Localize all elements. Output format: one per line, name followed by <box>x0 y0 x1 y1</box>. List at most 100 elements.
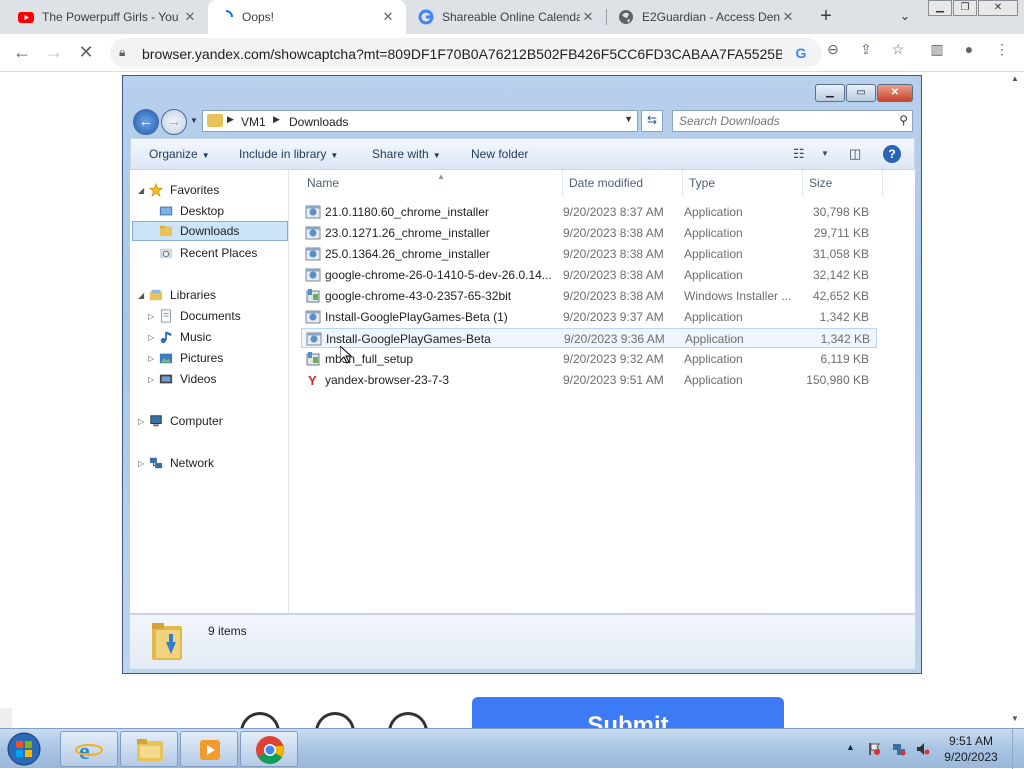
file-row[interactable]: mb3h_full_setup 9/20/2023 9:32 AM Applic… <box>301 349 877 369</box>
maximize-browser-button[interactable]: ❐ <box>953 0 977 16</box>
taskbar-clock[interactable]: 9:51 AM 9/20/2023 <box>944 733 998 765</box>
column-header-size[interactable]: Size <box>803 170 883 196</box>
collapsed-triangle-icon[interactable]: ▷ <box>148 333 158 342</box>
collapsed-triangle-icon[interactable]: ▷ <box>148 312 158 321</box>
nav-pictures[interactable]: ▷ Pictures <box>148 348 223 368</box>
expand-triangle-icon[interactable]: ◢ <box>138 186 148 195</box>
show-desktop-button[interactable] <box>1012 729 1024 769</box>
back-button[interactable]: ← <box>133 109 159 135</box>
forward-button[interactable]: → <box>161 109 187 135</box>
show-hidden-icons-icon[interactable]: ▲ <box>846 742 855 752</box>
recent-pages-chevron-icon[interactable]: ▼ <box>190 116 198 125</box>
url-text[interactable]: browser.yandex.com/showcaptcha?mt=809DF1… <box>142 46 782 62</box>
column-header-type[interactable]: Type <box>683 170 803 196</box>
expand-triangle-icon[interactable]: ◢ <box>138 291 148 300</box>
address-bar[interactable]: 🔒︎ browser.yandex.com/showcaptcha?mt=809… <box>110 38 822 68</box>
breadcrumb-downloads[interactable]: Downloads <box>289 115 348 129</box>
new-tab-button[interactable]: + <box>815 6 837 28</box>
collapsed-triangle-icon[interactable]: ▷ <box>138 417 148 426</box>
explorer-address-bar[interactable]: ▶ VM1 ▶ Downloads ▼ <box>202 110 638 132</box>
tab-oops[interactable]: Oops! ✕ <box>208 0 406 34</box>
taskbar-media-player[interactable] <box>180 731 238 767</box>
nav-documents[interactable]: ▷ Documents <box>148 306 241 326</box>
organize-menu[interactable]: Organize ▼ <box>149 147 210 161</box>
refresh-icon[interactable]: ⇆ <box>641 110 663 132</box>
column-header-name[interactable]: Name ▲ <box>301 170 563 196</box>
include-in-library-menu[interactable]: Include in library ▼ <box>239 147 338 161</box>
close-window-button[interactable]: ✕ <box>877 84 913 102</box>
tab-search-chevron-icon[interactable]: ⌄ <box>896 8 914 26</box>
stop-loading-icon[interactable]: ✕ <box>74 41 98 65</box>
help-icon[interactable]: ? <box>883 145 901 163</box>
close-tab-icon[interactable]: ✕ <box>182 9 198 25</box>
file-row-hovered[interactable]: Install-GooglePlayGames-Beta 9/20/2023 9… <box>301 328 877 348</box>
preview-pane-icon[interactable]: ◫ <box>849 146 861 162</box>
breadcrumb-arrow-icon[interactable]: ▶ <box>227 114 234 125</box>
back-forward-group: ← → ▼ <box>133 109 201 135</box>
nav-downloads[interactable]: Downloads <box>132 221 288 241</box>
maximize-window-button[interactable]: ▭ <box>846 84 876 102</box>
file-name: yandex-browser-23-7-3 <box>325 373 450 387</box>
search-input[interactable] <box>679 114 889 128</box>
nav-favorites[interactable]: ◢ Favorites <box>138 180 219 200</box>
internet-explorer-icon: e <box>75 739 103 764</box>
menu-dots-icon[interactable]: ⋮ <box>993 41 1011 59</box>
address-history-chevron-icon[interactable]: ▼ <box>624 114 633 124</box>
profile-avatar-icon[interactable]: ● <box>960 41 978 59</box>
close-tab-icon[interactable]: ✕ <box>780 9 796 25</box>
installer-icon <box>305 205 321 219</box>
file-row[interactable]: Y yandex-browser-23-7-3 9/20/2023 9:51 A… <box>301 370 877 390</box>
taskbar-internet-explorer[interactable]: e <box>60 731 118 767</box>
file-row[interactable]: 23.0.1271.26_chrome_installer 9/20/2023 … <box>301 223 877 243</box>
file-row[interactable]: 21.0.1180.60_chrome_installer 9/20/2023 … <box>301 202 877 222</box>
network-status-icon[interactable] <box>892 742 906 756</box>
bookmark-star-icon[interactable]: ☆ <box>889 41 907 59</box>
search-icon[interactable]: ⚲ <box>899 113 908 127</box>
side-panel-icon[interactable]: ▥ <box>928 41 946 59</box>
taskbar-chrome[interactable] <box>240 731 298 767</box>
zoom-icon[interactable]: ⊖ <box>824 41 842 59</box>
share-with-menu[interactable]: Share with ▼ <box>372 147 441 161</box>
file-row[interactable]: google-chrome-26-0-1410-5-dev-26.0.14...… <box>301 265 877 285</box>
volume-muted-icon[interactable] <box>916 742 930 756</box>
close-tab-icon[interactable]: ✕ <box>380 9 396 25</box>
nav-computer[interactable]: ▷ Computer <box>138 411 223 431</box>
file-row[interactable]: google-chrome-43-0-2357-65-32bit 9/20/20… <box>301 286 877 306</box>
nav-music[interactable]: ▷ Music <box>148 327 211 347</box>
minimize-window-button[interactable]: ▁ <box>815 84 845 102</box>
nav-network[interactable]: ▷ Network <box>138 453 214 473</box>
tab-e2guardian[interactable]: E2Guardian - Access Deni ✕ <box>608 0 806 34</box>
collapsed-triangle-icon[interactable]: ▷ <box>148 354 158 363</box>
file-type: Application <box>684 205 743 219</box>
change-view-icon[interactable]: ☷ <box>793 146 805 162</box>
tab-calendar[interactable]: Shareable Online Calenda ✕ <box>408 0 606 34</box>
taskbar-file-explorer[interactable] <box>120 731 178 767</box>
view-options-chevron-icon[interactable]: ▼ <box>821 149 829 158</box>
google-translate-icon[interactable]: G <box>792 45 810 63</box>
scroll-down-arrow-icon[interactable]: ▼ <box>1011 714 1019 723</box>
tab-youtube[interactable]: The Powerpuff Girls - You ✕ <box>8 0 208 34</box>
column-header-date[interactable]: Date modified <box>563 170 683 196</box>
action-center-flag-icon[interactable] <box>867 742 881 756</box>
nav-recent-places[interactable]: Recent Places <box>158 243 257 263</box>
file-type: Application <box>684 226 743 240</box>
forward-arrow-icon[interactable]: → <box>42 41 66 65</box>
file-row[interactable]: Install-GooglePlayGames-Beta (1) 9/20/20… <box>301 307 877 327</box>
search-box[interactable]: ⚲ <box>672 110 913 132</box>
new-folder-button[interactable]: New folder <box>471 147 528 161</box>
collapsed-triangle-icon[interactable]: ▷ <box>138 459 148 468</box>
share-icon[interactable]: ⇪ <box>857 41 875 59</box>
collapsed-triangle-icon[interactable]: ▷ <box>148 375 158 384</box>
nav-videos[interactable]: ▷ Videos <box>148 369 216 389</box>
nav-desktop[interactable]: Desktop <box>158 201 224 221</box>
close-browser-button[interactable]: ✕ <box>978 0 1018 16</box>
breadcrumb-arrow-icon[interactable]: ▶ <box>273 114 280 125</box>
breadcrumb-vm1[interactable]: VM1 <box>241 115 266 129</box>
start-button-icon[interactable] <box>4 731 44 767</box>
nav-libraries[interactable]: ◢ Libraries <box>138 285 216 305</box>
close-tab-icon[interactable]: ✕ <box>580 9 596 25</box>
back-arrow-icon[interactable]: ← <box>10 41 34 65</box>
file-row[interactable]: 25.0.1364.26_chrome_installer 9/20/2023 … <box>301 244 877 264</box>
scroll-up-arrow-icon[interactable]: ▲ <box>1011 74 1019 83</box>
minimize-browser-button[interactable]: ▁ <box>928 0 952 16</box>
